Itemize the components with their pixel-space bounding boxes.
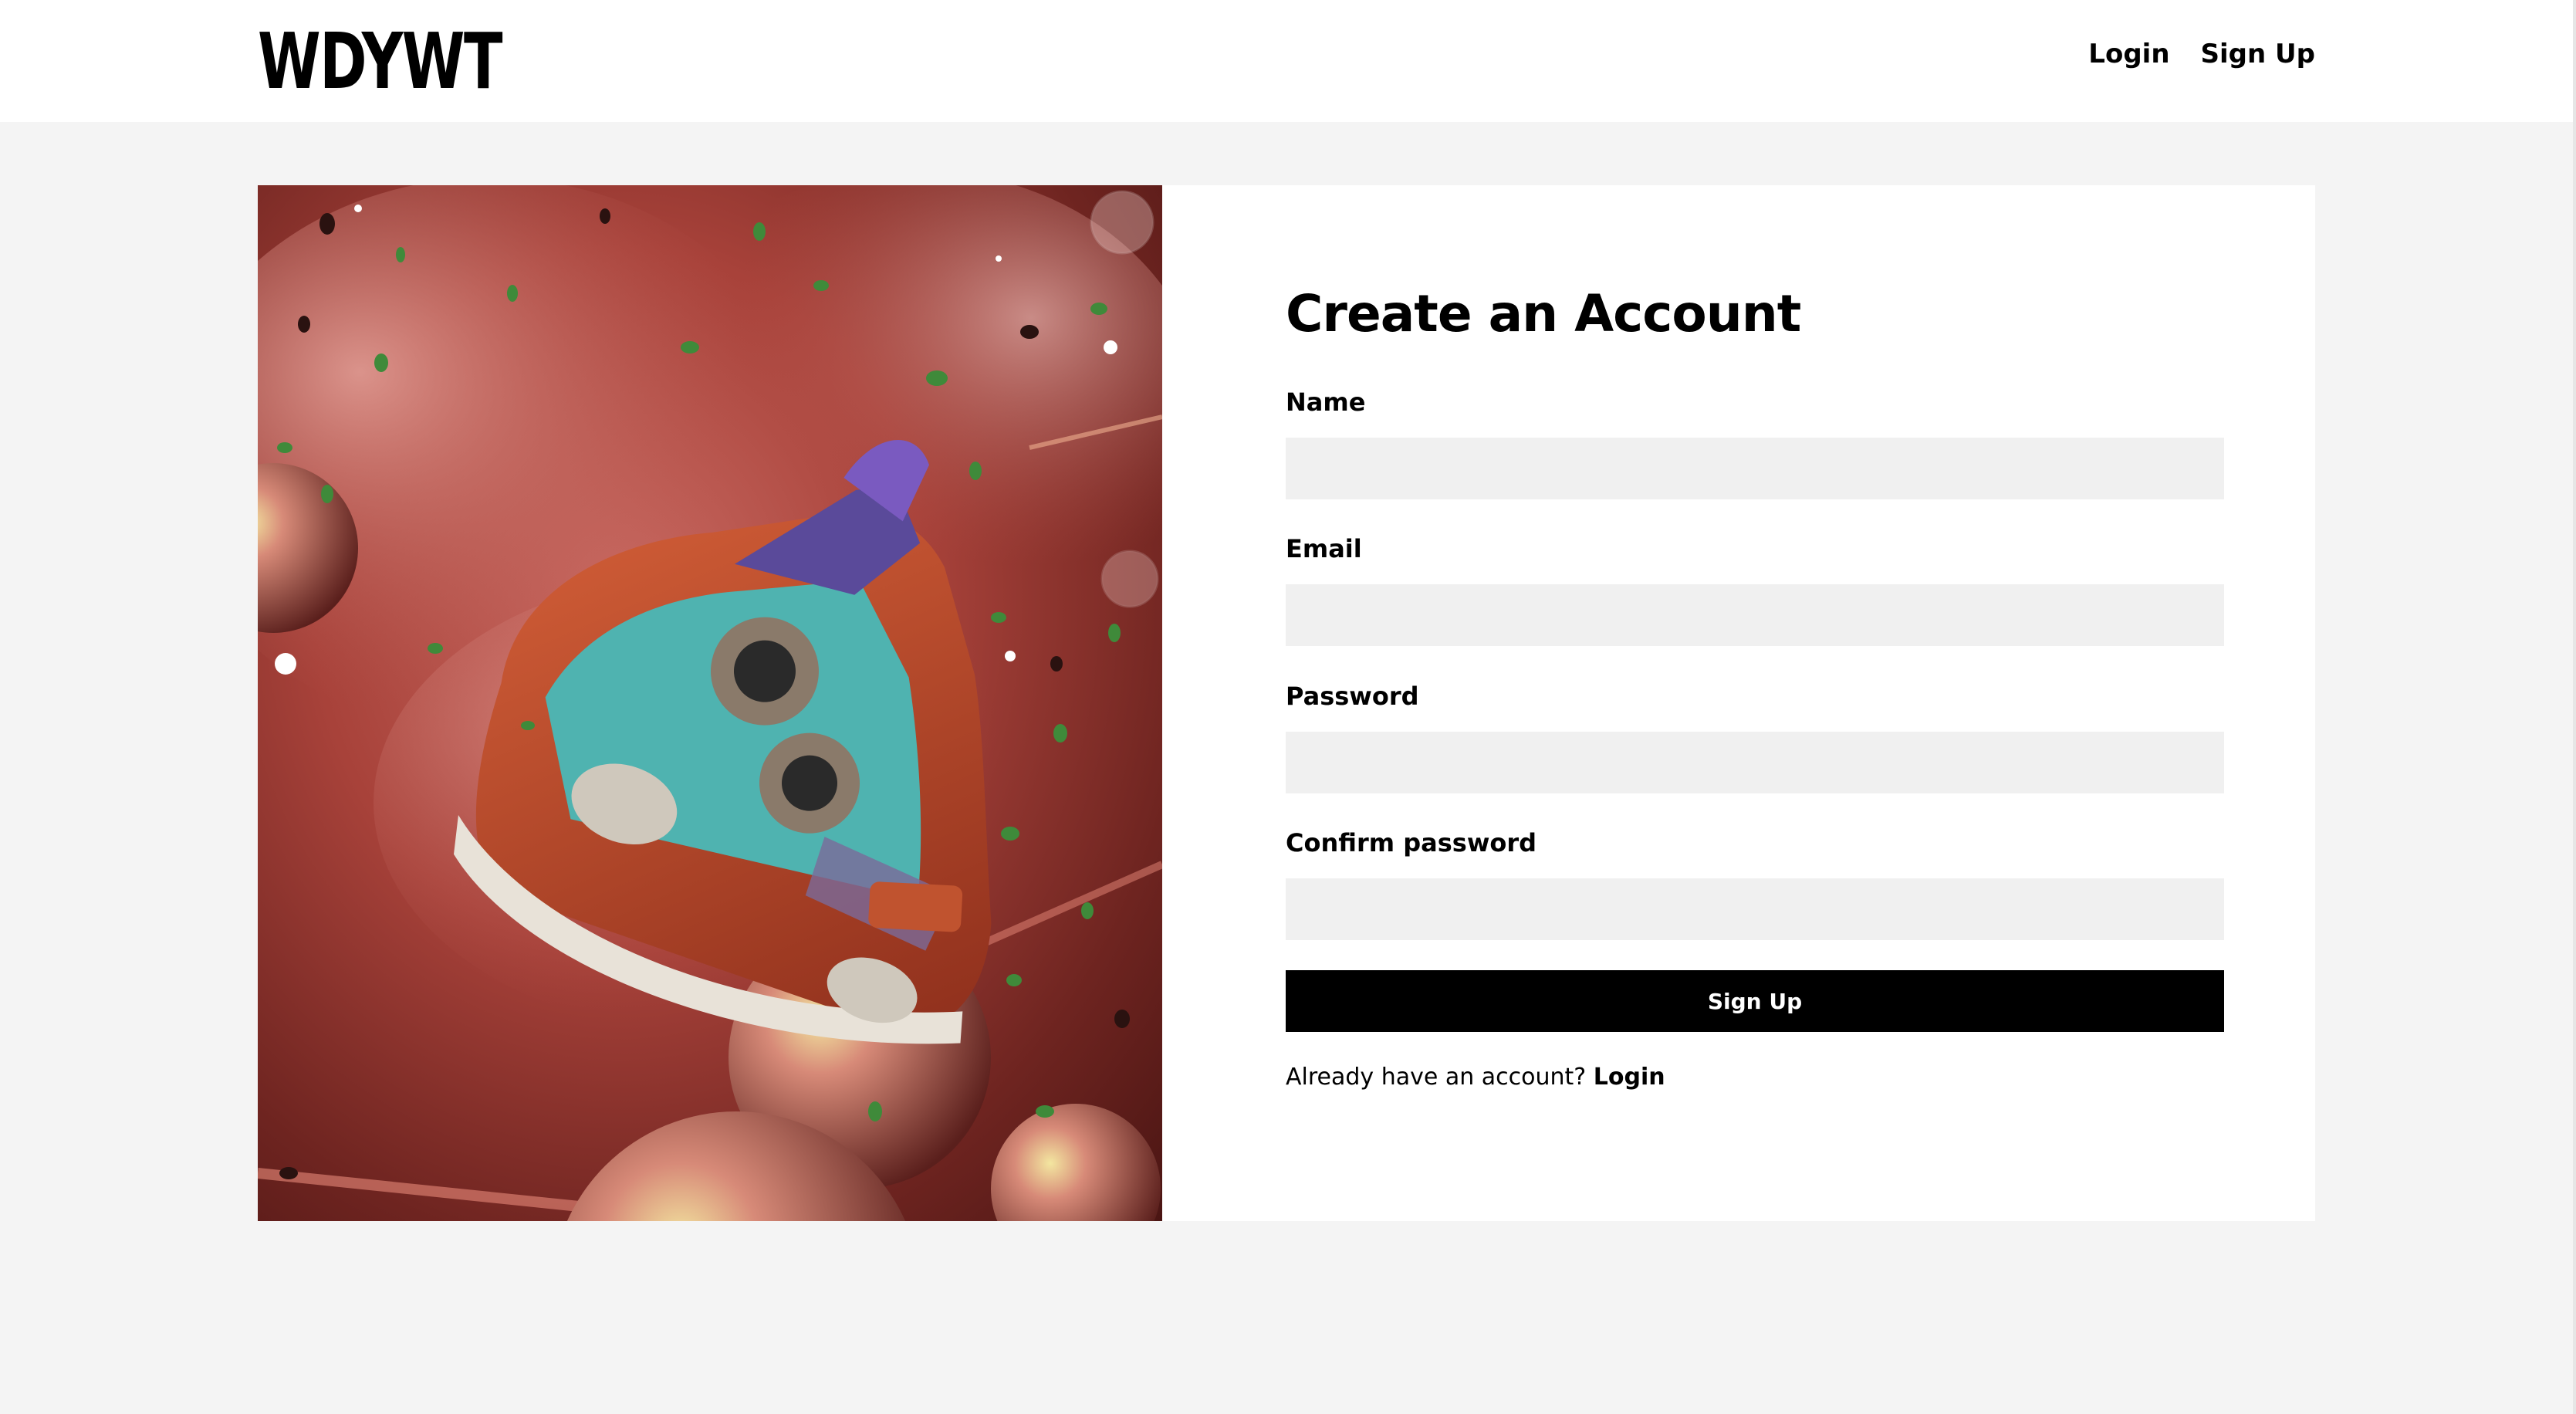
signup-card: Create an Account Name Email Password Co… xyxy=(258,185,2315,1221)
sneaker-hero-image xyxy=(258,185,1162,1221)
top-navbar: WDYWT Login Sign Up xyxy=(0,0,2576,122)
page-title: Create an Account xyxy=(1286,284,1801,343)
password-input[interactable] xyxy=(1286,732,2224,793)
login-prompt-text: Already have an account? xyxy=(1286,1064,1587,1091)
name-input[interactable] xyxy=(1286,438,2224,499)
email-input[interactable] xyxy=(1286,584,2224,646)
nav-login-link[interactable]: Login xyxy=(2088,39,2169,69)
signup-submit-button[interactable]: Sign Up xyxy=(1286,970,2224,1032)
sneaker-illustration xyxy=(258,185,1162,1221)
login-link[interactable]: Login xyxy=(1594,1064,1665,1091)
email-label: Email xyxy=(1286,534,1362,563)
confirm-password-label: Confirm password xyxy=(1286,828,1537,858)
confirm-password-input[interactable] xyxy=(1286,878,2224,940)
nav-signup-link[interactable]: Sign Up xyxy=(2201,39,2315,69)
site-logo[interactable]: WDYWT xyxy=(258,22,502,102)
nav-links: Login Sign Up xyxy=(2088,39,2315,69)
name-label: Name xyxy=(1286,387,1366,417)
window-edge xyxy=(2573,0,2576,1414)
password-label: Password xyxy=(1286,682,1419,711)
login-prompt: Already have an account? Login xyxy=(1286,1064,1665,1091)
